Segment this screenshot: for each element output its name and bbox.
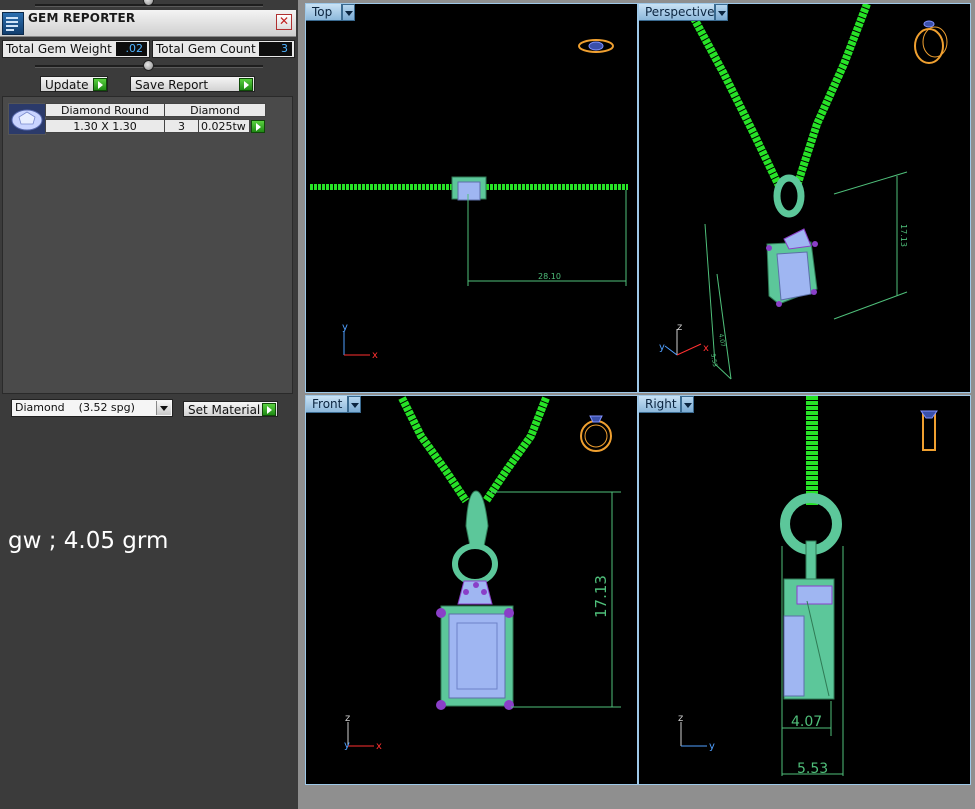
- chevron-down-icon[interactable]: [348, 396, 361, 413]
- dimension-label: 4.07: [717, 333, 726, 348]
- dimension-label: 17.13: [899, 224, 908, 247]
- chain: [398, 396, 470, 504]
- total-gem-count-label: Total Gem Count: [156, 42, 256, 56]
- ring-top-icon: [578, 39, 614, 53]
- prong: [436, 608, 446, 618]
- ring-front-icon: [580, 415, 612, 452]
- gold-weight-note: gw ; 4.05 grm: [8, 528, 169, 554]
- chevron-down-icon[interactable]: [715, 4, 728, 21]
- dimension-label: 5.53: [797, 761, 828, 777]
- accent-stones: [783, 228, 812, 250]
- stone-side: [783, 615, 805, 697]
- diamond-round-thumbnail[interactable]: [8, 103, 46, 135]
- right-view-canvas: 4.07 5.53 z y: [678, 396, 938, 777]
- accent-stones: [796, 585, 833, 605]
- svg-text:z: z: [345, 713, 350, 724]
- prong: [504, 608, 514, 618]
- perspective-view-canvas: 17.13 4.07 5.53 z x y: [659, 4, 948, 380]
- svg-text:z: z: [677, 322, 682, 333]
- dimension-label: 28.10: [538, 272, 561, 281]
- total-gem-count-value[interactable]: 3: [259, 42, 292, 56]
- tab-front-view[interactable]: Front: [306, 396, 348, 413]
- material-select[interactable]: Diamond (3.52 spg): [11, 399, 173, 417]
- play-icon[interactable]: [251, 120, 265, 133]
- chain: [685, 7, 783, 188]
- stone-top: [457, 181, 481, 201]
- chevron-down-icon[interactable]: [342, 4, 355, 21]
- svg-text:z: z: [678, 713, 683, 724]
- axis-gizmo: z x y: [659, 322, 709, 356]
- prong: [436, 700, 446, 710]
- panel-resize-slider-mid[interactable]: [0, 60, 298, 71]
- gem-size-cell: 1.30 X 1.30: [45, 119, 165, 133]
- viewport-right[interactable]: 4.07 5.53 z y Right: [638, 395, 971, 785]
- top-view-canvas: 28.10 y x: [310, 39, 628, 361]
- total-gem-weight-field: Total Gem Weight .02: [2, 40, 150, 58]
- total-gem-weight-label: Total Gem Weight: [6, 42, 112, 56]
- play-icon: [93, 78, 107, 91]
- dimension-label: 4.07: [791, 714, 822, 730]
- set-material-button[interactable]: Set Material: [183, 401, 278, 417]
- front-view-canvas: 17.13 z x y: [344, 396, 621, 752]
- gem-reporter-icon: [2, 12, 24, 35]
- ring-right-icon: [920, 410, 938, 451]
- viewport-perspective[interactable]: 17.13 4.07 5.53 z x y Perspective: [638, 3, 971, 393]
- svg-text:x: x: [372, 350, 378, 361]
- panel-title: GEM REPORTER: [28, 11, 136, 25]
- prong: [504, 700, 514, 710]
- tab-perspective-view[interactable]: Perspective: [639, 4, 715, 21]
- dimension-label: 17.13: [592, 575, 610, 618]
- chevron-down-icon[interactable]: [156, 401, 171, 415]
- svg-text:x: x: [703, 343, 709, 354]
- axis-gizmo: z y: [678, 713, 715, 752]
- close-icon[interactable]: ✕: [276, 14, 292, 30]
- bail: [465, 490, 489, 547]
- bail: [773, 174, 805, 218]
- tab-right-view[interactable]: Right: [639, 396, 681, 413]
- svg-text:x: x: [376, 741, 382, 752]
- save-report-button[interactable]: Save Report: [130, 76, 255, 92]
- jump-ring: [452, 543, 498, 585]
- viewport-top[interactable]: 28.10 y x Top: [305, 3, 638, 393]
- panel-titlebar: GEM REPORTER ✕: [0, 10, 296, 37]
- update-button[interactable]: Update: [40, 76, 108, 92]
- svg-text:y: y: [709, 741, 715, 752]
- chain: [482, 396, 550, 504]
- axis-gizmo: y x: [342, 322, 378, 361]
- axis-gizmo: z x y: [344, 713, 382, 752]
- total-gem-weight-value[interactable]: .02: [116, 42, 147, 56]
- total-gem-count-field: Total Gem Count 3: [152, 40, 295, 58]
- ring-perspective-icon: [914, 20, 948, 64]
- bail-stem: [805, 540, 817, 584]
- gem-shape-header: Diamond Round: [45, 103, 165, 117]
- play-icon: [262, 403, 276, 416]
- viewport-front[interactable]: 17.13 z x y Front: [305, 395, 638, 785]
- slider-knob[interactable]: [143, 60, 154, 71]
- stone: [776, 251, 812, 301]
- gem-weight-cell: 0.025tw: [198, 119, 250, 133]
- gem-count-cell: 3: [164, 119, 199, 133]
- play-icon: [239, 78, 253, 91]
- tab-top-view[interactable]: Top: [306, 4, 342, 21]
- svg-text:y: y: [344, 740, 350, 751]
- chain: [793, 4, 871, 188]
- gem-list: Diamond Round Diamond 1.30 X 1.30 3 0.02…: [2, 96, 293, 394]
- gem-reporter-panel: GEM REPORTER ✕ Total Gem Weight .02 Tota…: [0, 0, 298, 809]
- dimension-label: 5.53: [709, 353, 718, 368]
- svg-text:y: y: [659, 342, 665, 353]
- gem-material-header: Diamond: [164, 103, 266, 117]
- svg-text:y: y: [342, 322, 348, 333]
- panel-resize-slider-top[interactable]: [0, 0, 298, 10]
- chevron-down-icon[interactable]: [681, 396, 694, 413]
